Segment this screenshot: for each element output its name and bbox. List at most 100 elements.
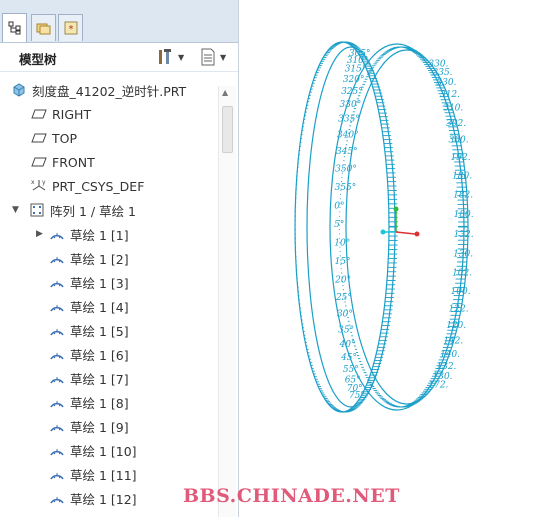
dial-label: 25°	[335, 293, 352, 303]
sketch-icon	[48, 370, 66, 386]
dial-label: 30°	[337, 310, 353, 320]
dial-label: 142.	[443, 336, 463, 346]
tree-item-label: 草绘 1 [9]	[70, 419, 129, 435]
sketch-icon	[48, 442, 66, 458]
dial-label: 132.	[436, 362, 456, 372]
tree-item-right[interactable]: RIGHT	[0, 102, 218, 126]
folder-browser-tab[interactable]	[31, 14, 56, 41]
dial-label: 330°	[340, 100, 362, 110]
tree-item-sketch[interactable]: 草绘 1 [3]	[0, 270, 218, 294]
tree-item-sketch[interactable]: ▶ 草绘 1 [1]	[0, 222, 218, 246]
dial-ring-model: 305°310°315°320°325°330°335°340°345°350°…	[294, 41, 474, 413]
dial-label: 192.	[451, 153, 471, 163]
tree-item-label: 草绘 1 [10]	[70, 443, 137, 459]
model-tree-panel: * 模型树 ▼ ▼ 刻度盘_41202_逆时针.PRT RIGHT TOP FR…	[0, 0, 239, 517]
tree-item-label: 草绘 1 [4]	[70, 299, 129, 315]
tree-item-sketch[interactable]: 草绘 1 [7]	[0, 366, 218, 390]
scroll-up-icon[interactable]: ▲	[222, 88, 228, 97]
dial-label: 122.	[449, 305, 469, 315]
tree-item-label: 草绘 1 [2]	[70, 251, 129, 267]
tree-item-sketch[interactable]: 草绘 1 [4]	[0, 294, 218, 318]
tree-show-button[interactable]: ▼	[200, 47, 226, 67]
expand-arrow-icon[interactable]: ▶	[36, 229, 46, 239]
dial-label: 345°	[336, 147, 358, 157]
chevron-down-icon: ▼	[220, 52, 227, 62]
svg-text:x: x	[31, 179, 35, 186]
tree-item-label: 草绘 1 [3]	[70, 275, 129, 291]
tree-item-sketch[interactable]: 草绘 1 [5]	[0, 318, 218, 342]
graphics-window[interactable]: 305° 310° 315° 320° 325° 330° 335° 340° 345° 350°…	[239, 0, 560, 517]
watermark: BBS.CHINADE.NET	[183, 485, 400, 507]
sketch-icon	[48, 466, 66, 482]
dial-label: 302.	[446, 119, 466, 129]
scrollbar-thumb[interactable]	[222, 106, 233, 153]
dial-label: 310.	[443, 104, 463, 114]
dial-label: 180.	[454, 210, 474, 220]
sketch-icon	[48, 226, 66, 242]
tree-item-label: 草绘 1 [11]	[70, 467, 137, 483]
dial-label: 335.	[433, 68, 453, 78]
dial-label: 335°	[338, 115, 360, 125]
datum-plane-icon	[30, 130, 48, 146]
show-list-icon	[201, 48, 215, 66]
tree-item-label: 草绘 1 [5]	[70, 323, 129, 339]
sketch-icon	[48, 322, 66, 338]
tree-item-label: 草绘 1 [12]	[70, 491, 137, 507]
coordinate-system-icon: xy	[30, 178, 48, 194]
tree-scrollbar[interactable]: ▲	[218, 86, 236, 517]
tree-item-label: 阵列 1 / 草绘 1	[50, 203, 137, 219]
tree-item-label: 草绘 1 [6]	[70, 347, 129, 363]
model-tree-tab[interactable]	[2, 13, 27, 42]
dial-label: 312.	[440, 90, 460, 100]
tree-item-sketch[interactable]: 草绘 1 [10]	[0, 438, 218, 462]
sketch-icon	[48, 394, 66, 410]
datum-plane-icon	[30, 106, 48, 122]
tree-item-label: PRT_CSYS_DEF	[52, 178, 145, 194]
dial-label: 325°	[341, 87, 363, 97]
tree-item-sketch[interactable]: 草绘 1 [9]	[0, 414, 218, 438]
dial-label: 35°	[338, 325, 354, 335]
dial-label: 355°	[335, 183, 357, 193]
dial-label: 330.	[436, 78, 456, 88]
tree-item-sketch[interactable]: 草绘 1 [11]	[0, 462, 218, 486]
tree-item-sketch[interactable]: 草绘 1 [6]	[0, 342, 218, 366]
dial-label: 120.	[446, 321, 466, 331]
dial-label: 182.	[453, 191, 473, 201]
datum-plane-icon	[30, 154, 48, 170]
dial-label: 350°	[335, 165, 357, 175]
sketch-icon	[48, 250, 66, 266]
tree-item-pattern[interactable]: ▼ 阵列 1 / 草绘 1	[0, 198, 218, 222]
tree-item-root[interactable]: 刻度盘_41202_逆时针.PRT	[0, 78, 218, 102]
tree-item-top[interactable]: TOP	[0, 126, 218, 150]
tree-settings-button[interactable]: ▼	[156, 47, 184, 67]
dial-label: 315°	[345, 65, 367, 75]
dial-label: 172.	[428, 380, 448, 390]
dial-label: 45°	[340, 353, 357, 363]
dial-label: 180.	[452, 172, 472, 182]
dial-label: 102.	[452, 268, 472, 278]
coordinate-triad	[380, 206, 420, 237]
tree-item-csys[interactable]: xy PRT_CSYS_DEF	[0, 174, 218, 198]
dial-label: 40°	[339, 340, 356, 350]
dial-label: 0°	[334, 201, 344, 211]
dial-label: 130.	[453, 249, 473, 259]
svg-text:y: y	[42, 179, 46, 186]
panel-header: 模型树 ▼ ▼	[0, 43, 238, 72]
panel-title: 模型树	[19, 52, 57, 67]
tree-item-label: 草绘 1 [7]	[70, 371, 129, 387]
tree-item-label: 草绘 1 [1]	[70, 227, 129, 243]
favorites-icon: *	[64, 21, 77, 35]
dial-label: 340°	[337, 130, 359, 140]
collapse-arrow-icon[interactable]: ▼	[12, 205, 22, 215]
tree-item-sketch[interactable]: 草绘 1 [8]	[0, 390, 218, 414]
favorites-tab[interactable]: *	[58, 14, 83, 41]
dial-label: 55°	[343, 365, 359, 375]
tree-item-label: RIGHT	[52, 106, 92, 122]
model-tree: 刻度盘_41202_逆时针.PRT RIGHT TOP FRONT xy PRT…	[0, 76, 218, 517]
sketch-icon	[48, 274, 66, 290]
tree-item-label: TOP	[52, 130, 78, 146]
dial-label: 140.	[440, 350, 460, 360]
tree-item-front[interactable]: FRONT	[0, 150, 218, 174]
tree-item-sketch[interactable]: 草绘 1 [2]	[0, 246, 218, 270]
dial-label: 15°	[335, 257, 351, 267]
